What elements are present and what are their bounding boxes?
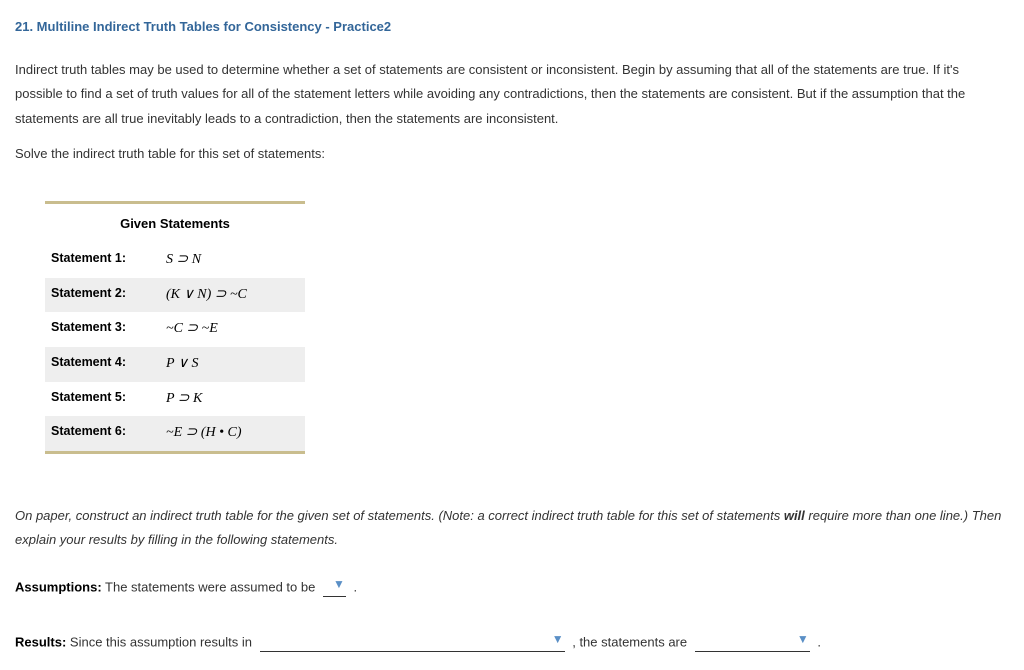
statement-row: Statement 1: S ⊃ N <box>45 243 305 278</box>
statement-expression: S ⊃ N <box>166 247 201 274</box>
dropdown-value <box>264 633 548 647</box>
statement-label: Statement 4: <box>51 351 166 378</box>
assumptions-period: . <box>350 579 357 594</box>
intro-paragraph: Indirect truth tables may be used to det… <box>15 58 1009 132</box>
dropdown-value <box>699 633 793 647</box>
chevron-down-icon: ▼ <box>333 573 345 596</box>
solve-instruction: Solve the indirect truth table for this … <box>15 142 1009 167</box>
statement-row: Statement 3: ~C ⊃ ~E <box>45 312 305 347</box>
statements-panel: Given Statements Statement 1: S ⊃ N Stat… <box>45 201 305 453</box>
statement-label: Statement 3: <box>51 316 166 343</box>
paper-note: On paper, construct an indirect truth ta… <box>15 504 1009 553</box>
page-title: 21. Multiline Indirect Truth Tables for … <box>15 15 1009 40</box>
results-line: Results: Since this assumption results i… <box>15 628 1009 655</box>
note-text-pre: On paper, construct an indirect truth ta… <box>15 508 784 523</box>
assumptions-dropdown[interactable]: ▼ <box>323 573 346 597</box>
statement-row: Statement 5: P ⊃ K <box>45 382 305 417</box>
results-dropdown-1[interactable]: ▼ <box>260 628 565 652</box>
statement-expression: (K ∨ N) ⊃ ~C <box>166 282 247 309</box>
chevron-down-icon: ▼ <box>552 628 564 651</box>
statements-header: Given Statements <box>45 204 305 243</box>
statement-row: Statement 2: (K ∨ N) ⊃ ~C <box>45 278 305 313</box>
statement-expression: ~C ⊃ ~E <box>166 316 218 343</box>
statement-label: Statement 1: <box>51 247 166 274</box>
results-text-a: Since this assumption results in <box>66 635 255 650</box>
statement-label: Statement 6: <box>51 420 166 447</box>
statement-label: Statement 2: <box>51 282 166 309</box>
results-label: Results: <box>15 635 66 650</box>
statement-row: Statement 4: P ∨ S <box>45 347 305 382</box>
dropdown-value <box>327 577 329 591</box>
statement-expression: P ⊃ K <box>166 386 202 413</box>
divider-bottom <box>45 451 305 454</box>
assumptions-label: Assumptions: <box>15 579 102 594</box>
assumptions-line: Assumptions: The statements were assumed… <box>15 573 1009 600</box>
assumptions-text: The statements were assumed to be <box>102 579 319 594</box>
statement-expression: P ∨ S <box>166 351 199 378</box>
note-text-bold: will <box>784 508 805 523</box>
statement-label: Statement 5: <box>51 386 166 413</box>
results-text-b: , the statements are <box>569 635 691 650</box>
results-period: . <box>814 635 821 650</box>
statement-row: Statement 6: ~E ⊃ (H • C) <box>45 416 305 451</box>
statement-expression: ~E ⊃ (H • C) <box>166 420 242 447</box>
chevron-down-icon: ▼ <box>797 628 809 651</box>
results-dropdown-2[interactable]: ▼ <box>695 628 810 652</box>
